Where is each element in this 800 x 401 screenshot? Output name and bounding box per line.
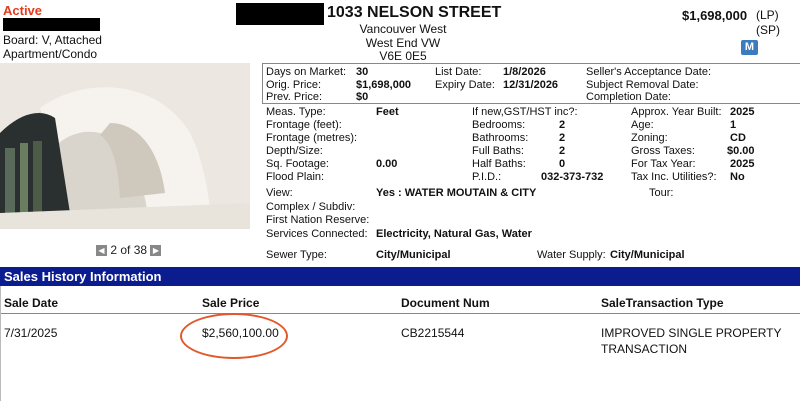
- document-num-cell: CB2215544: [401, 326, 465, 340]
- redacted-unit: [236, 3, 324, 25]
- status-label: Active: [3, 3, 43, 18]
- sale-price-annotation-circle: [180, 313, 288, 359]
- prev-price-label: Prev. Price:: [266, 91, 323, 103]
- tax-utilities-label: Tax Inc. Utilities?:: [631, 171, 717, 183]
- meas-type-label: Meas. Type:: [266, 106, 326, 118]
- lp-label: (LP): [756, 8, 779, 22]
- year-built-value: 2025: [730, 106, 755, 118]
- frontage-feet-label: Frontage (feet):: [266, 119, 342, 131]
- first-nation-label: First Nation Reserve:: [266, 214, 370, 226]
- pid-label: P.I.D.:: [472, 171, 502, 183]
- divider: [262, 63, 263, 103]
- list-price: $1,698,000: [682, 8, 748, 23]
- address-title: 1033 NELSON STREET: [327, 4, 502, 21]
- tax-year-label: For Tax Year:: [631, 158, 696, 170]
- sales-history-header: Sales History Information: [0, 267, 800, 286]
- water-supply-value: City/Municipal: [610, 249, 685, 261]
- property-type: Apartment/Condo: [3, 47, 98, 61]
- bedrooms-value: 2: [559, 119, 566, 131]
- bathrooms-value: 2: [559, 132, 566, 144]
- expiry-date-label: Expiry Date:: [435, 79, 495, 91]
- photo-pager: ◀ 2 of 38 ▶: [96, 243, 162, 257]
- transaction-type-cell: IMPROVED SINGLE PROPERTY: [601, 326, 782, 340]
- year-built-label: Approx. Year Built:: [631, 106, 722, 118]
- board-text: Board: V, Attached: [3, 33, 102, 47]
- sewer-type-label: Sewer Type:: [266, 249, 327, 261]
- gst-label: If new,GST/HST inc?:: [472, 106, 578, 118]
- pid-value: 032-373-732: [541, 171, 604, 183]
- flood-plain-label: Flood Plain:: [266, 171, 325, 183]
- tax-year-value: 2025: [730, 158, 755, 170]
- divider: [262, 103, 800, 104]
- sale-date-cell: 7/31/2025: [4, 326, 58, 340]
- divider: [262, 63, 800, 64]
- bedrooms-label: Bedrooms:: [472, 119, 526, 131]
- half-baths-value: 0: [559, 158, 566, 170]
- sp-label: (SP): [756, 23, 780, 37]
- postal-code: V6E 0E5: [379, 49, 427, 63]
- water-supply-label: Water Supply:: [537, 249, 606, 261]
- half-baths-label: Half Baths:: [472, 158, 526, 170]
- city-text: Vancouver West: [359, 22, 447, 36]
- dom-label: Days on Market:: [266, 66, 347, 78]
- pager-text: 2 of 38: [110, 243, 148, 257]
- list-date-value: 1/8/2026: [503, 66, 546, 78]
- view-value: Yes : WATER MOUTAIN & CITY: [376, 187, 537, 199]
- services-value: Electricity, Natural Gas, Water: [376, 228, 532, 240]
- col-sale-date: Sale Date: [4, 296, 59, 310]
- zoning-value: CD: [730, 132, 746, 144]
- meas-type-value: Feet: [376, 106, 399, 118]
- gross-taxes-value: $0.00: [727, 145, 755, 157]
- transaction-type-cell-line2: TRANSACTION: [601, 342, 688, 356]
- sq-footage-label: Sq. Footage:: [266, 158, 329, 170]
- redacted-block: [3, 18, 100, 31]
- listing-photo[interactable]: [0, 63, 250, 229]
- frontage-metres-label: Frontage (metres):: [266, 132, 358, 144]
- sq-footage-value: 0.00: [376, 158, 398, 170]
- expiry-date-value: 12/31/2026: [503, 79, 559, 91]
- area-text: West End VW: [365, 36, 441, 50]
- complex-label: Complex / Subdiv:: [266, 201, 356, 213]
- col-transaction-type: SaleTransaction Type: [601, 296, 724, 310]
- gross-taxes-label: Gross Taxes:: [631, 145, 695, 157]
- divider: [0, 286, 1, 401]
- completion-date-label: Completion Date:: [586, 91, 671, 103]
- tax-utilities-value: No: [730, 171, 745, 183]
- prev-price-value: $0: [356, 91, 369, 103]
- bathrooms-label: Bathrooms:: [472, 132, 529, 144]
- col-sale-price: Sale Price: [202, 296, 260, 310]
- zoning-label: Zoning:: [631, 132, 668, 144]
- prev-photo-button[interactable]: ◀: [96, 245, 107, 257]
- tour-label: Tour:: [649, 187, 674, 199]
- next-photo-button[interactable]: ▶: [150, 245, 162, 257]
- full-baths-value: 2: [559, 145, 566, 157]
- list-date-label: List Date:: [435, 66, 482, 78]
- depth-size-label: Depth/Size:: [266, 145, 323, 157]
- age-value: 1: [730, 119, 737, 131]
- full-baths-label: Full Baths:: [472, 145, 524, 157]
- seller-acceptance-label: Seller's Acceptance Date:: [586, 66, 712, 78]
- view-label: View:: [266, 187, 293, 199]
- divider: [0, 313, 800, 314]
- m-icon[interactable]: M: [741, 40, 758, 55]
- dom-value: 30: [356, 66, 369, 78]
- age-label: Age:: [631, 119, 654, 131]
- col-document-num: Document Num: [401, 296, 490, 310]
- services-label: Services Connected:: [266, 228, 368, 240]
- sewer-type-value: City/Municipal: [376, 249, 451, 261]
